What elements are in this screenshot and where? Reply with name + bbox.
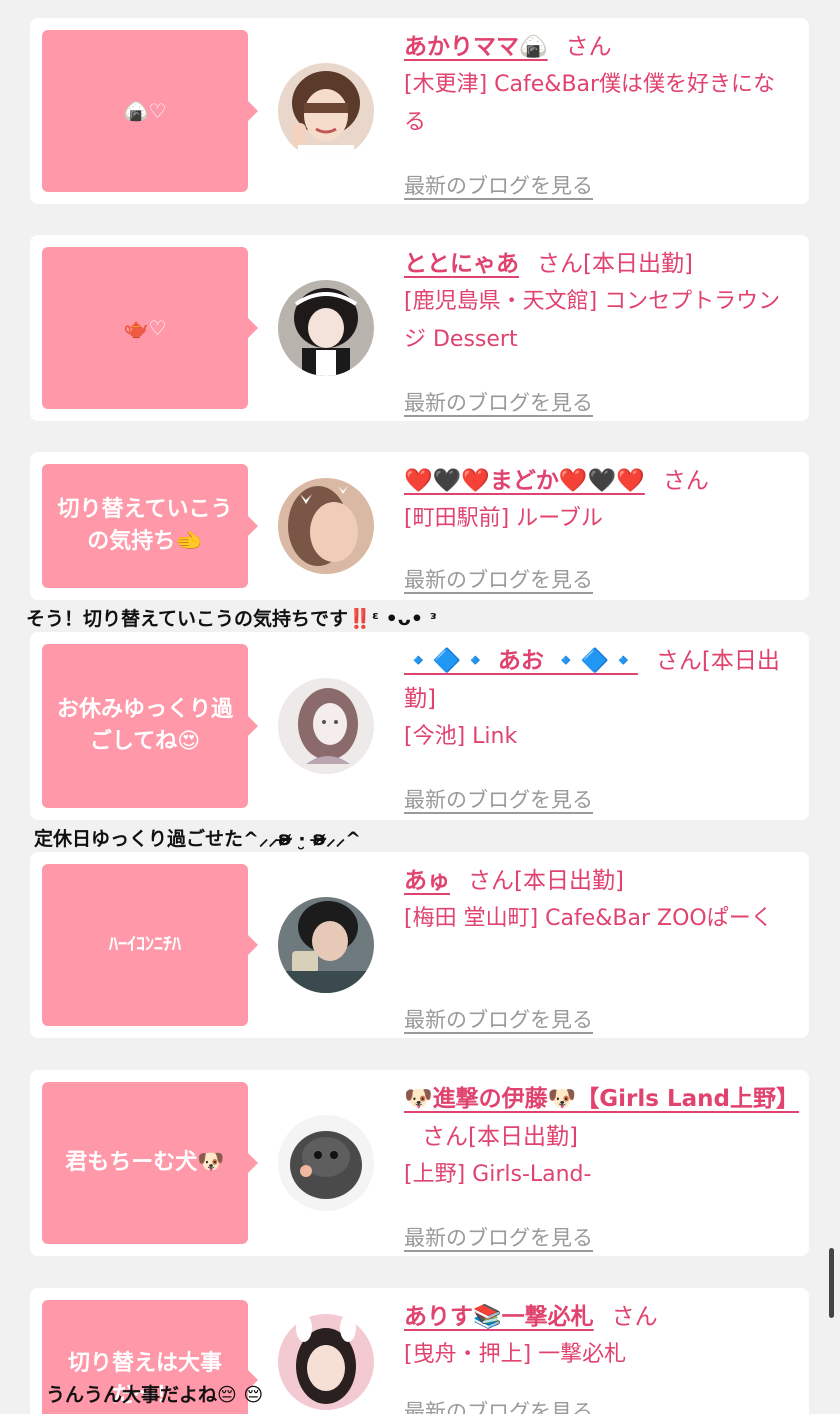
latest-blog-link[interactable]: 最新のブログを見る — [404, 1396, 593, 1414]
post-info: ありす📚一撃必札 さん [曳舟・押上] 一撃必札 最新のブログを見る — [404, 1298, 797, 1414]
status-label: [本日出勤] — [583, 251, 693, 277]
blog-feed-page: 🍙♡ あかりママ🍙 さん [木更津] Cafe&Bar僕は僕を好きになる 最新のブ… — [0, 0, 840, 1414]
status-label: [本日出勤] — [468, 1124, 578, 1150]
latest-blog-link[interactable]: 最新のブログを見る — [404, 1222, 593, 1252]
message-text: 切り替えていこうの気持ち🫲 — [57, 497, 233, 554]
avatar[interactable] — [278, 478, 374, 574]
girl-name-link[interactable]: 🐶進撃の伊藤🐶【Girls Land上野】 — [404, 1086, 799, 1112]
post-card: ﾊｰｲｺﾝﾆﾁﾊ あゅ さん[本日出勤] [梅田 堂山町] Cafe&Bar ZO… — [30, 852, 809, 1038]
message-text: お休みゆっくり過ごしてね😍 — [56, 697, 233, 754]
message-text: 君もちーむ犬🐶 — [65, 1150, 225, 1175]
message-bubble: 君もちーむ犬🐶 — [42, 1082, 258, 1244]
message-text: 🫖♡ — [123, 316, 167, 340]
post-info: 🐶進撃の伊藤🐶【Girls Land上野】さん[本日出勤] [上野] Girls… — [404, 1080, 799, 1250]
honorific: さん — [655, 648, 702, 674]
message-text: 🍙♡ — [123, 99, 167, 123]
avatar[interactable] — [278, 678, 374, 774]
honorific: さん — [422, 1124, 468, 1150]
latest-blog-link[interactable]: 最新のブログを見る — [404, 564, 593, 594]
post-info: 🔹🔷🔹 あお 🔹🔷🔹 さん[本日出勤] [今池] Link 最新のブログを見る — [404, 642, 797, 812]
latest-blog-link[interactable]: 最新のブログを見る — [404, 387, 593, 417]
latest-blog-link[interactable]: 最新のブログを見る — [404, 784, 593, 814]
message-bubble: ﾊｰｲｺﾝﾆﾁﾊ — [42, 864, 258, 1026]
girl-name-link[interactable]: ありす📚一撃必札 — [404, 1304, 594, 1330]
shop-label: [鹿児島県・天文館] コンセプトラウンジ Dessert — [404, 289, 781, 352]
name-line: あかりママ🍙 さん — [404, 28, 797, 66]
honorific: さん — [537, 251, 583, 277]
girl-name-link[interactable]: 🔹🔷🔹 あお 🔹🔷🔹 — [404, 648, 638, 674]
message-bubble: お休みゆっくり過ごしてね😍 — [42, 644, 258, 808]
shop-label: [梅田 堂山町] Cafe&Bar ZOOぱーく — [404, 906, 773, 931]
message-bubble: 🍙♡ — [42, 30, 258, 192]
honorific: さん — [662, 468, 709, 494]
honorific: さん — [611, 1304, 658, 1330]
status-label: [本日出勤] — [514, 868, 624, 894]
latest-blog-link[interactable]: 最新のブログを見る — [404, 170, 593, 200]
name-line: ととにゃあ さん[本日出勤] — [404, 245, 797, 283]
post-card: お休みゆっくり過ごしてね😍 🔹🔷🔹 あお 🔹🔷🔹 さん[本日出勤] [今池] Li… — [30, 632, 809, 820]
name-line: ありす📚一撃必札 さん — [404, 1298, 797, 1336]
avatar[interactable] — [278, 63, 374, 159]
honorific: さん — [565, 34, 612, 60]
shop-label: [木更津] Cafe&Bar僕は僕を好きになる — [404, 72, 776, 135]
avatar[interactable] — [278, 1314, 374, 1410]
reply-comment: そう！切り替えていこうの気持ちです‼️ᵋ •ᴗ• ᵌ — [26, 608, 437, 630]
avatar[interactable] — [278, 1115, 374, 1211]
reply-comment: うんうん大事だよね😔 😔 — [46, 1384, 264, 1406]
shop-label: [上野] Girls-Land- — [404, 1162, 592, 1187]
girl-name-link[interactable]: あかりママ🍙 — [404, 34, 548, 60]
latest-blog-link[interactable]: 最新のブログを見る — [404, 1004, 593, 1034]
post-card: 🍙♡ あかりママ🍙 さん [木更津] Cafe&Bar僕は僕を好きになる 最新のブ… — [30, 18, 809, 204]
girl-name-link[interactable]: ととにゃあ — [404, 251, 519, 277]
post-card: 🫖♡ ととにゃあ さん[本日出勤] [鹿児島県・天文館] コンセプトラウンジ De… — [30, 235, 809, 421]
post-card: 切り替えていこうの気持ち🫲 ❤️🖤❤️まどか❤️🖤❤️ さん [町田駅前] ルーブ… — [30, 452, 809, 600]
name-line: 🔹🔷🔹 あお 🔹🔷🔹 さん[本日出勤] — [404, 642, 797, 718]
shop-label: [曳舟・押上] 一撃必札 — [404, 1342, 627, 1367]
avatar[interactable] — [278, 897, 374, 993]
honorific: さん — [468, 868, 514, 894]
name-line: あゅ さん[本日出勤] — [404, 862, 797, 900]
message-bubble: 🫖♡ — [42, 247, 258, 409]
girl-name-link[interactable]: ❤️🖤❤️まどか❤️🖤❤️ — [404, 468, 645, 494]
post-info: ととにゃあ さん[本日出勤] [鹿児島県・天文館] コンセプトラウンジ Desse… — [404, 245, 797, 415]
name-line: 🐶進撃の伊藤🐶【Girls Land上野】さん[本日出勤] — [404, 1080, 799, 1156]
post-info: ❤️🖤❤️まどか❤️🖤❤️ さん [町田駅前] ルーブル 最新のブログを見る — [404, 462, 797, 592]
shop-label: [今池] Link — [404, 724, 518, 749]
avatar[interactable] — [278, 280, 374, 376]
girl-name-link[interactable]: あゅ — [404, 868, 450, 894]
scrollbar-thumb[interactable] — [829, 1248, 834, 1318]
name-line: ❤️🖤❤️まどか❤️🖤❤️ さん — [404, 462, 797, 500]
shop-label: [町田駅前] ルーブル — [404, 506, 603, 531]
message-text: ﾊｰｲｺﾝﾆﾁﾊ — [109, 934, 181, 955]
reply-comment: 定休日ゆっくり過ごせた^⸝⸝ʚ̴̶̷̷ ·̮ ʚ̴̶̷̷⸝⸝^ — [34, 828, 362, 850]
post-info: あゅ さん[本日出勤] [梅田 堂山町] Cafe&Bar ZOOぱーく 最新のブ… — [404, 862, 797, 1032]
post-info: あかりママ🍙 さん [木更津] Cafe&Bar僕は僕を好きになる 最新のブログを… — [404, 28, 797, 198]
message-bubble: 切り替えていこうの気持ち🫲 — [42, 464, 258, 588]
post-card: 君もちーむ犬🐶 🐶進撃の伊藤🐶【Girls Land上野】さん[本日出勤] [上… — [30, 1070, 809, 1256]
